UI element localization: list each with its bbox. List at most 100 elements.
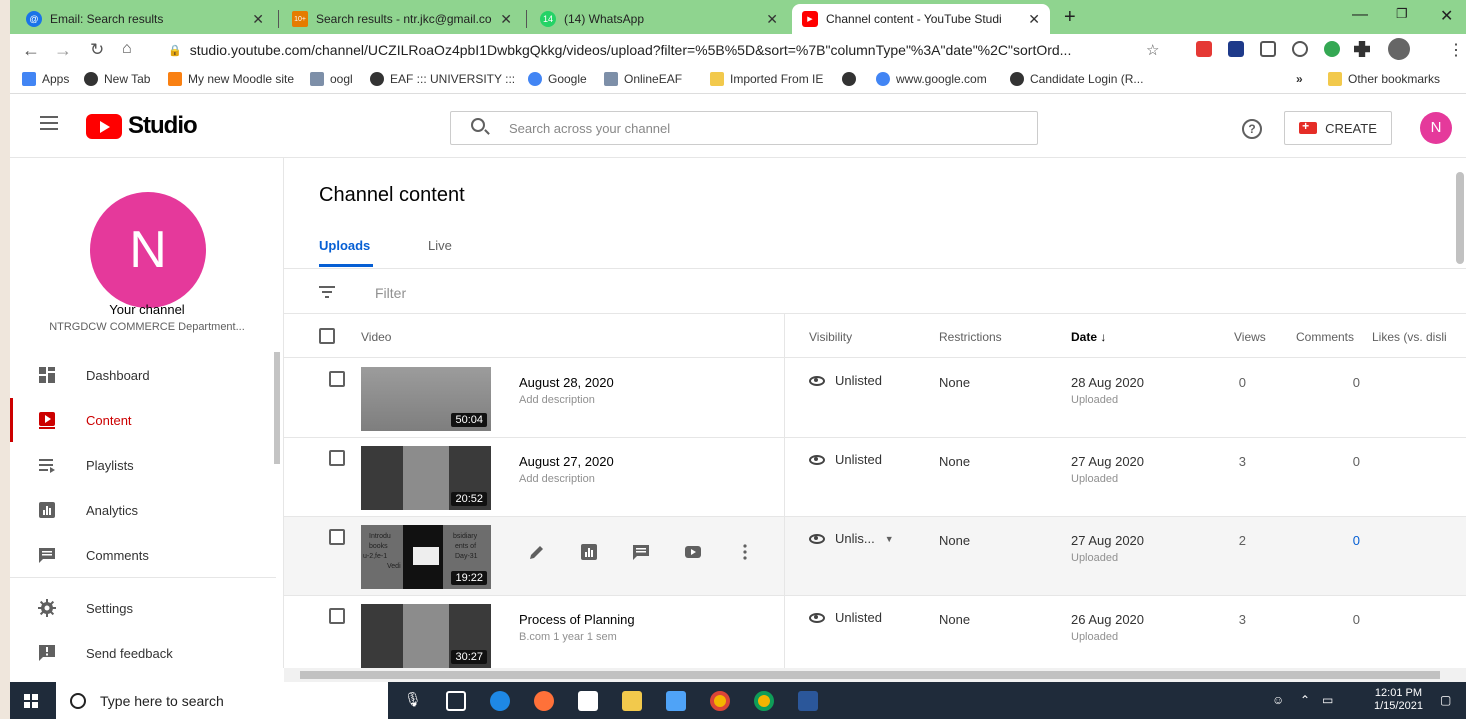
select-all-checkbox[interactable]	[319, 328, 335, 344]
tab-search-results[interactable]: 10+ Search results - ntr.jkc@gmail.co ✕	[282, 4, 522, 34]
video-description[interactable]: Add description	[519, 473, 595, 485]
column-visibility[interactable]: Visibility	[809, 330, 852, 344]
table-row[interactable]: 30:27 Process of Planning B.com 1 year 1…	[284, 596, 1466, 668]
scrollbar-thumb[interactable]	[300, 671, 1440, 679]
forward-icon[interactable]: →	[54, 40, 72, 61]
filter-input[interactable]: Filter	[375, 285, 406, 301]
tab-close-icon[interactable]: ✕	[1028, 11, 1040, 28]
network-icon[interactable]: ▭	[1322, 693, 1333, 707]
tray-chevron-icon[interactable]: ⌃	[1300, 693, 1310, 707]
bookmark-apps[interactable]: Apps	[22, 72, 69, 86]
bookmark-oogl[interactable]: oogl	[310, 72, 353, 86]
sidebar-item-content[interactable]: Content	[10, 398, 276, 442]
microphone-icon[interactable]: 🎙	[404, 691, 424, 711]
comments-cell[interactable]: 0	[1336, 533, 1360, 548]
column-views[interactable]: Views	[1234, 330, 1266, 344]
back-icon[interactable]: ←	[22, 40, 40, 61]
visibility-cell[interactable]: Unlisted	[809, 610, 882, 625]
system-clock[interactable]: 12:01 PM 1/15/2021	[1374, 687, 1423, 713]
browser-menu-icon[interactable]: ⋮	[1448, 40, 1464, 60]
mail-icon[interactable]	[666, 691, 686, 711]
create-button[interactable]: CREATE	[1284, 111, 1392, 145]
row-checkbox[interactable]	[329, 450, 345, 466]
bookmark-google[interactable]: Google	[528, 72, 587, 86]
tab-email[interactable]: @ Email: Search results ✕	[16, 4, 274, 34]
extension-screen-icon[interactable]	[1228, 41, 1244, 57]
close-window-icon[interactable]: ✕	[1440, 6, 1453, 26]
tab-close-icon[interactable]: ✕	[766, 11, 778, 28]
home-icon[interactable]: ⌂	[122, 40, 132, 58]
edge-icon[interactable]	[490, 691, 510, 711]
notifications-icon[interactable]: ▢	[1440, 693, 1451, 707]
studio-logo-text[interactable]: Studio	[128, 112, 198, 140]
word-icon[interactable]	[798, 691, 818, 711]
sidebar-item-dashboard[interactable]: Dashboard	[10, 353, 276, 397]
row-checkbox[interactable]	[329, 371, 345, 387]
firefox-icon[interactable]	[534, 691, 554, 711]
video-thumbnail[interactable]: Introdu books u-2,fe-1 Vedi bsidiary ent…	[361, 525, 491, 589]
sidebar-item-analytics[interactable]: Analytics	[10, 488, 276, 532]
sidebar-item-playlists[interactable]: Playlists	[10, 443, 276, 487]
tab-close-icon[interactable]: ✕	[500, 11, 512, 28]
taskbar-search[interactable]: Type here to search	[56, 682, 388, 719]
extension-shield-icon[interactable]	[1196, 41, 1212, 57]
video-title[interactable]: Process of Planning	[519, 612, 635, 627]
profile-icon[interactable]	[1388, 38, 1410, 60]
video-description[interactable]: Add description	[519, 394, 595, 406]
tab-uploads[interactable]: Uploads	[319, 238, 370, 253]
store-icon[interactable]	[578, 691, 598, 711]
chrome-icon[interactable]	[710, 691, 730, 711]
more-options-icon[interactable]	[736, 543, 754, 561]
extension-camera-icon[interactable]	[1292, 41, 1308, 57]
windows-start-icon[interactable]	[24, 694, 38, 708]
bookmark-candidate-login[interactable]: Candidate Login (R...	[1010, 72, 1143, 86]
page-scrollbar[interactable]	[1456, 172, 1464, 264]
table-row[interactable]: 50:04 August 28, 2020 Add description Un…	[284, 359, 1466, 438]
edit-pencil-icon[interactable]	[528, 543, 546, 561]
tab-live[interactable]: Live	[428, 238, 452, 253]
sidebar-item-send-feedback[interactable]: Send feedback	[10, 631, 276, 675]
filter-icon[interactable]	[319, 286, 335, 298]
bookmark-moodle[interactable]: My new Moodle site	[168, 72, 294, 86]
video-title[interactable]: August 27, 2020	[519, 454, 614, 469]
column-likes[interactable]: Likes (vs. disli	[1372, 330, 1447, 344]
bookmark-globe[interactable]	[842, 72, 862, 86]
chrome-active-icon[interactable]	[754, 691, 774, 711]
search-input[interactable]	[509, 112, 1029, 144]
video-thumbnail[interactable]: 30:27	[361, 604, 491, 668]
account-avatar[interactable]: N	[1420, 112, 1452, 144]
bookmark-other[interactable]: Other bookmarks	[1328, 72, 1440, 86]
address-bar[interactable]: 🔒 studio.youtube.com/channel/UCZILRoaOz4…	[168, 37, 1338, 63]
column-date[interactable]: Date ↓	[1071, 330, 1106, 344]
column-restrictions[interactable]: Restrictions	[939, 330, 1002, 344]
column-comments[interactable]: Comments	[1296, 330, 1354, 344]
bookmarks-overflow-button[interactable]: »	[1296, 72, 1303, 86]
sidebar-item-comments[interactable]: Comments	[10, 533, 276, 577]
channel-search[interactable]	[450, 111, 1038, 145]
sidebar-item-settings[interactable]: Settings	[10, 586, 276, 630]
bookmark-imported-ie[interactable]: Imported From IE	[710, 72, 823, 86]
tab-whatsapp[interactable]: 14 (14) WhatsApp ✕	[530, 4, 788, 34]
video-description[interactable]: B.com 1 year 1 sem	[519, 631, 617, 643]
row-checkbox[interactable]	[329, 529, 345, 545]
tab-youtube-studio[interactable]: ▶ Channel content - YouTube Studi ✕	[792, 4, 1050, 34]
reload-icon[interactable]: ↻	[90, 40, 104, 60]
visibility-dropdown[interactable]: Unlis... ▼	[809, 531, 894, 546]
extension-green-icon[interactable]	[1324, 41, 1340, 57]
comments-icon[interactable]	[632, 543, 650, 561]
bookmark-eaf-university[interactable]: EAF ::: UNIVERSITY :::	[370, 72, 515, 86]
table-row[interactable]: 20:52 August 27, 2020 Add description Un…	[284, 438, 1466, 517]
visibility-cell[interactable]: Unlisted	[809, 373, 882, 388]
bookmark-google-com[interactable]: www.google.com	[876, 72, 987, 86]
extension-capture-icon[interactable]	[1260, 41, 1276, 57]
video-thumbnail[interactable]: 20:52	[361, 446, 491, 510]
channel-avatar[interactable]: N	[90, 192, 206, 308]
youtube-play-icon[interactable]	[684, 543, 702, 561]
menu-icon[interactable]	[40, 116, 58, 130]
bookmark-new-tab[interactable]: New Tab	[84, 72, 150, 86]
file-explorer-icon[interactable]	[622, 691, 642, 711]
task-view-icon[interactable]	[446, 691, 466, 711]
row-checkbox[interactable]	[329, 608, 345, 624]
people-icon[interactable]: ☺	[1272, 693, 1284, 707]
analytics-icon[interactable]	[580, 543, 598, 561]
